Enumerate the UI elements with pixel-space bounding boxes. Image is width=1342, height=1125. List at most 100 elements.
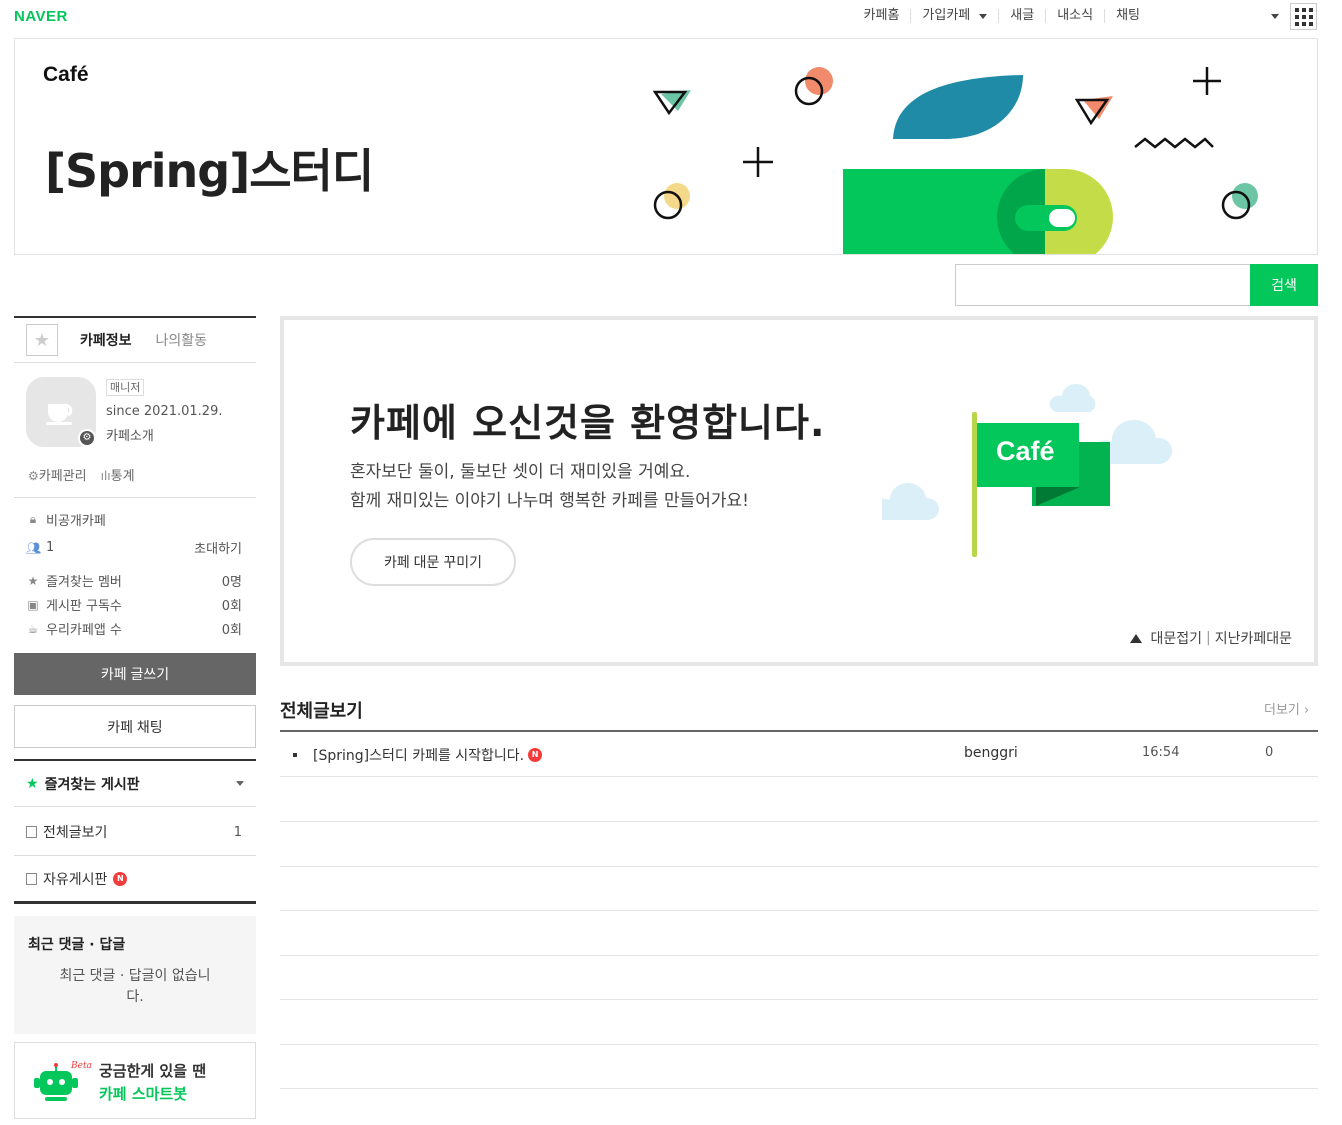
new-badge: N	[113, 872, 128, 886]
decorate-front-button[interactable]: 카페 대문 꾸미기	[350, 538, 516, 586]
tab-my-activity[interactable]: 나의활동	[156, 330, 208, 350]
welcome-line1: 혼자보단 둘이, 둘보단 셋이 더 재미있을 거예요.	[350, 462, 691, 482]
past-front-link[interactable]: 지난카페대문	[1215, 628, 1292, 648]
stat-row: ▣ 게시판 구독수 0회	[26, 595, 242, 615]
stat-row: ☕︎ 우리카페앱 수 0회	[26, 619, 242, 639]
stat-label: 즐겨찾는 멤버	[46, 575, 122, 590]
welcome-title: 카페에 오신것을 환영합니다.	[350, 401, 826, 445]
cafe-stats-label: 통계	[110, 469, 135, 484]
favorite-boards-title: 즐겨찾는 게시판	[44, 776, 140, 793]
more-link[interactable]: 더보기 ›	[1264, 699, 1309, 718]
cafe-intro-link[interactable]: 카페소개	[106, 425, 154, 444]
cafe-chat-button[interactable]: 카페 채팅	[14, 705, 256, 748]
members-row: 👥︎ 1 초대하기	[26, 538, 242, 557]
recent-comments-empty: 최근 댓글 · 답글이 없습니다.	[59, 968, 211, 1005]
tab-cafe-info[interactable]: 카페정보	[80, 330, 132, 350]
stat-row: ★ 즐겨찾는 멤버 0명	[26, 571, 242, 591]
members-icon: 👥︎	[26, 540, 42, 555]
empty-row	[280, 777, 1318, 822]
search-button[interactable]: 검색	[1250, 264, 1318, 306]
flag-logo: Café	[996, 436, 1055, 466]
cafe-manage-link[interactable]: ⚙카페관리	[28, 465, 87, 484]
sidebar-tabs: ★ 카페정보 나의활동	[14, 316, 256, 363]
empty-row	[280, 911, 1318, 956]
settings-gear-icon[interactable]: ⚙	[78, 429, 96, 447]
empty-row	[280, 955, 1318, 1000]
board-count: 1	[233, 824, 242, 840]
more-label: 더보기	[1264, 703, 1300, 718]
sidebar: ★ 카페정보 나의활동 ⚙ 매니저 since 2021.01.29. 카페소개…	[14, 316, 256, 1119]
header-decoration	[652, 67, 1258, 254]
naver-logo[interactable]: NAVER	[14, 8, 68, 25]
member-count[interactable]: 1	[46, 540, 54, 555]
chevron-down-icon	[979, 13, 988, 19]
empty-row	[280, 866, 1318, 911]
nav-joined-cafe[interactable]: 가입카페	[910, 9, 998, 23]
post-time: 16:54	[1142, 745, 1180, 760]
stat-label: 우리카페앱 수	[46, 623, 122, 638]
rss-icon: ▣	[27, 597, 39, 612]
cafe-stats-link[interactable]: ılı통계	[101, 465, 135, 484]
welcome-line2: 함께 재미있는 이야기 나누며 행복한 카페를 만들어가요!	[350, 491, 749, 511]
stat-value: 0명	[221, 575, 242, 590]
document-icon	[26, 873, 37, 885]
empty-row	[280, 1044, 1318, 1089]
apps-grid-icon[interactable]	[1290, 3, 1317, 30]
nav-cafe-home[interactable]: 카페홈	[853, 9, 911, 23]
gear-icon: ⚙	[28, 469, 39, 483]
bullet	[293, 753, 297, 757]
stat-label: 게시판 구독수	[46, 599, 122, 614]
recent-comments: 최근 댓글 · 답글 최근 댓글 · 답글이 없습니다.	[14, 901, 256, 1034]
cafe-since: since 2021.01.29.	[106, 404, 223, 419]
star-icon: ★	[26, 775, 39, 792]
recent-comments-title: 최근 댓글 · 답글	[28, 937, 126, 953]
list-title[interactable]: 전체글보기	[280, 697, 363, 723]
sidebar-item-all-posts[interactable]: 전체글보기 1	[14, 809, 256, 856]
coffee-cup-icon	[46, 404, 73, 425]
document-icon	[26, 826, 37, 838]
cafe-manage-label: 카페관리	[38, 469, 87, 484]
welcome-banner: 카페에 오신것을 환영합니다. 혼자보단 둘이, 둘보단 셋이 더 재미있을 거…	[280, 316, 1318, 666]
post-author[interactable]: benggri	[964, 745, 1018, 761]
fold-front-link[interactable]: 대문접기	[1150, 628, 1202, 648]
nav-my-news[interactable]: 내소식	[1045, 9, 1104, 23]
search-input[interactable]	[955, 264, 1251, 306]
write-post-button[interactable]: 카페 글쓰기	[14, 653, 256, 695]
new-badge: N	[528, 748, 543, 762]
cafe-header: Café [Spring]스터디	[14, 38, 1318, 255]
nav-joined-cafe-label: 가입카페	[922, 8, 971, 23]
recent-comments-box: 최근 댓글 · 답글 최근 댓글 · 답글이 없습니다.	[14, 916, 256, 1034]
cafe-flag-illustration	[882, 384, 1173, 557]
cafe-stats: 🔒︎ 비공개카페 👥︎ 1 초대하기 ★ 즐겨찾는 멤버 0명 ▣ 게시판 구독수 0회…	[14, 498, 256, 650]
manager-badge: 매니저	[106, 379, 145, 396]
cafe-profile: ⚙ 매니저 since 2021.01.29. 카페소개 ⚙카페관리 ılı통계	[14, 363, 256, 498]
stat-value: 0회	[221, 623, 242, 638]
chevron-right-icon: ›	[1299, 703, 1310, 718]
privacy-row: 🔒︎ 비공개카페	[26, 510, 242, 529]
cafe-mgmt-links: ⚙카페관리 ılı통계	[28, 465, 135, 484]
favorite-boards-toggle[interactable]: ★ 즐겨찾는 게시판	[14, 759, 256, 807]
account-dropdown-icon[interactable]	[1271, 14, 1279, 19]
beta-label: Beta	[71, 1061, 92, 1071]
smart-bot-banner[interactable]: Beta 궁금한게 있을 땐 카페 스마트봇	[14, 1042, 256, 1119]
empty-row	[280, 1000, 1318, 1045]
empty-row	[280, 822, 1318, 867]
table-row[interactable]: [Spring]스터디 카페를 시작합니다. N benggri 16:54 0	[280, 732, 1318, 777]
separator: |	[1206, 630, 1211, 646]
triangle-up-icon	[1130, 633, 1143, 643]
bar-chart-icon: ılı	[100, 469, 111, 483]
post-subject[interactable]: [Spring]스터디 카페를 시작합니다. N	[313, 745, 543, 765]
privacy-label: 비공개카페	[46, 514, 106, 529]
board-name: 자유게시판	[43, 872, 108, 888]
bot-line1: 궁금한게 있을 땐	[99, 1062, 207, 1080]
favorite-star-icon[interactable]: ★	[26, 324, 58, 356]
lock-icon: 🔒︎	[29, 512, 37, 526]
nav-chat[interactable]: 채팅	[1104, 9, 1151, 23]
invite-link[interactable]: 초대하기	[194, 538, 242, 557]
chevron-down-icon	[236, 781, 244, 786]
sidebar-item-free-board[interactable]: 자유게시판 N	[14, 856, 256, 903]
nav-new-posts[interactable]: 새글	[998, 9, 1045, 23]
cup-icon: ☕︎	[27, 621, 39, 636]
stat-value: 0회	[221, 599, 242, 614]
welcome-links: 대문접기 | 지난카페대문	[1130, 628, 1292, 648]
